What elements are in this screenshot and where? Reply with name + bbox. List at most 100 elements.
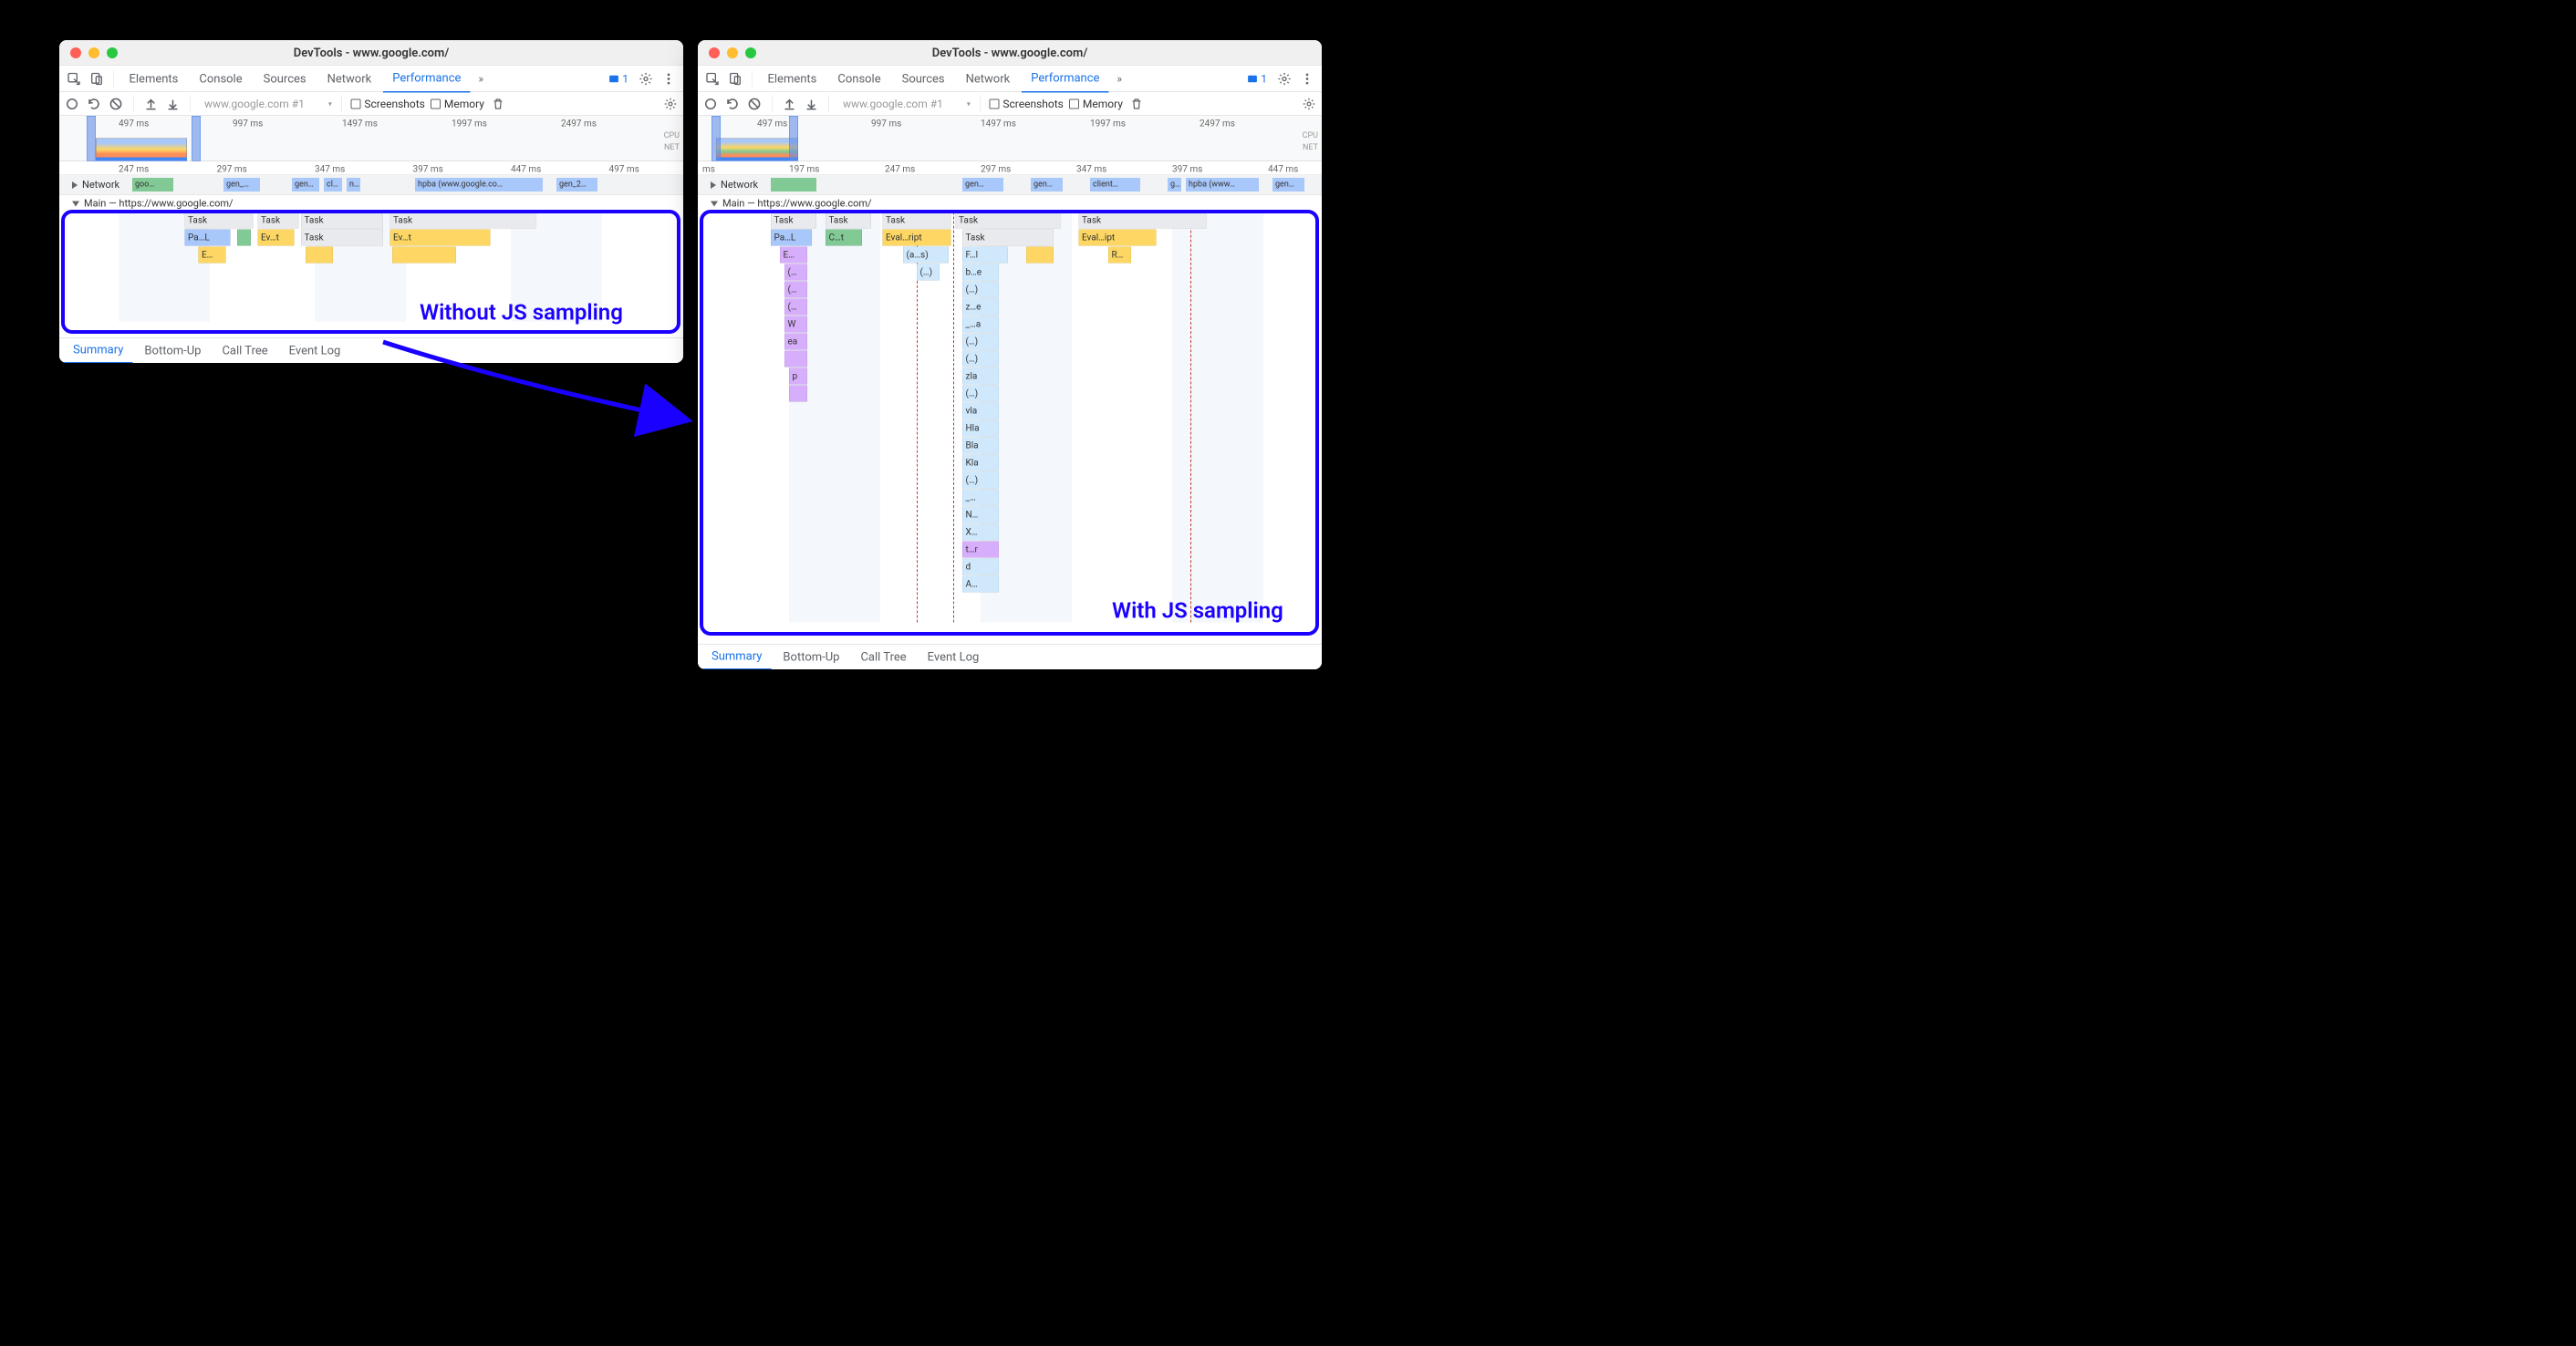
tab-sources[interactable]: Sources [254, 66, 316, 92]
flame-chart-entry[interactable]: Hla [962, 420, 999, 437]
flame-chart-entry[interactable]: z…e [962, 299, 999, 316]
clear-button[interactable] [746, 96, 763, 112]
network-request-bar[interactable]: client… [1090, 178, 1140, 192]
settings-icon[interactable] [636, 68, 656, 88]
viewport-handle-left[interactable] [712, 116, 721, 161]
network-request-bar[interactable]: hpba (www.google.co… [415, 178, 543, 192]
flame-chart-entry[interactable]: _…a [962, 316, 999, 333]
flame-chart-entry[interactable] [306, 247, 333, 264]
network-request-bar[interactable]: cl… [324, 178, 342, 192]
flame-chart-entry[interactable] [784, 351, 807, 368]
perf-settings-icon[interactable] [1301, 96, 1317, 112]
flame-chart-entry[interactable]: b…e [962, 264, 999, 281]
screenshots-checkbox[interactable]: Screenshots [350, 98, 424, 110]
minimize-icon[interactable] [727, 47, 738, 58]
viewport-handle-right[interactable] [192, 116, 201, 161]
issues-badge[interactable]: 1 [603, 70, 633, 87]
flame-chart-entry[interactable]: vla [962, 403, 999, 419]
flame-chart-entry[interactable]: Task [1079, 212, 1207, 229]
flame-chart-entry[interactable]: _… [962, 490, 999, 506]
network-request-bar[interactable]: gen… [962, 178, 1003, 192]
network-request-bar[interactable]: gen… [1031, 178, 1063, 192]
viewport-handle-left[interactable] [87, 116, 96, 161]
main-thread-track[interactable]: Main — https://www.google.com/ TaskTaskT… [698, 195, 1322, 623]
network-track[interactable]: Network gen…gen…client…g…hpba (www…gen… [698, 175, 1322, 195]
flame-chart-entry[interactable]: C…t [826, 230, 862, 246]
network-track[interactable]: Network goo…gen_…gen…cl…n…hpba (www.goog… [59, 175, 683, 195]
flame-chart-entry[interactable]: (… [784, 264, 807, 281]
tab-summary[interactable]: Summary [64, 337, 132, 363]
flame-chart-entry[interactable]: R… [1108, 247, 1131, 264]
flame-chart-entry[interactable]: Task [301, 230, 383, 246]
flame-chart-entry[interactable]: Task [956, 212, 1061, 229]
timeline-overview[interactable]: 497 ms 997 ms 1497 ms 1997 ms 2497 ms CP… [698, 116, 1322, 161]
flame-chart-entry[interactable]: d [962, 559, 999, 575]
flame-chart-entry[interactable]: Task [185, 212, 254, 229]
flame-chart-entry[interactable]: (… [784, 282, 807, 298]
tab-performance[interactable]: Performance [383, 65, 470, 93]
tab-summary[interactable]: Summary [702, 644, 771, 669]
flame-chart-entry[interactable]: (…) [962, 282, 999, 298]
tab-network[interactable]: Network [957, 66, 1020, 92]
flame-chart-entry[interactable]: Pa…L [771, 230, 812, 246]
settings-icon[interactable] [1274, 68, 1294, 88]
issues-badge[interactable]: 1 [1241, 70, 1272, 87]
flame-chart-entry[interactable]: Eval…ript [883, 230, 951, 246]
download-button[interactable] [165, 96, 182, 112]
network-request-bar[interactable]: gen_… [223, 178, 260, 192]
reload-button[interactable] [724, 96, 741, 112]
tab-console[interactable]: Console [828, 66, 889, 92]
tab-elements[interactable]: Elements [759, 66, 826, 92]
perf-settings-icon[interactable] [662, 96, 679, 112]
recording-select[interactable]: www.google.com #1 [838, 96, 961, 112]
flame-chart-entry[interactable]: (…) [962, 351, 999, 368]
flame-chart-entry[interactable]: N… [962, 507, 999, 523]
tab-call-tree[interactable]: Call Tree [213, 338, 276, 363]
flame-chart-entry[interactable]: Task [301, 212, 383, 229]
tab-sources[interactable]: Sources [893, 66, 954, 92]
collect-garbage-icon[interactable] [490, 96, 506, 112]
tab-network[interactable]: Network [318, 66, 381, 92]
flame-chart-entry[interactable]: E… [780, 247, 807, 264]
close-icon[interactable] [70, 47, 81, 58]
inspect-icon[interactable] [64, 68, 84, 88]
flame-chart-entry[interactable]: Ev…t [390, 230, 491, 246]
network-request-bar[interactable]: g… [1168, 178, 1181, 192]
flame-chart-entry[interactable]: (a…s) [903, 247, 949, 264]
clear-button[interactable] [108, 96, 124, 112]
flame-chart-entry[interactable]: Pa…L [185, 230, 231, 246]
close-icon[interactable] [709, 47, 720, 58]
tab-bottom-up[interactable]: Bottom-Up [774, 645, 848, 669]
tab-console[interactable]: Console [190, 66, 251, 92]
network-request-bar[interactable]: n… [347, 178, 360, 192]
flame-chart-entry[interactable]: (…) [962, 472, 999, 489]
more-menu-icon[interactable] [1297, 68, 1317, 88]
flame-chart-entry[interactable]: (…) [962, 334, 999, 350]
record-button[interactable] [64, 96, 80, 112]
tab-bottom-up[interactable]: Bottom-Up [135, 338, 210, 363]
flame-chart-entry[interactable]: zla [962, 368, 999, 385]
download-button[interactable] [804, 96, 820, 112]
tab-call-tree[interactable]: Call Tree [851, 645, 915, 669]
flame-chart-entry[interactable] [1026, 247, 1054, 264]
flame-chart-entry[interactable]: Task [962, 230, 1054, 246]
flame-chart-entry[interactable]: W [784, 316, 807, 333]
more-tabs-icon[interactable]: » [1111, 72, 1127, 85]
timeline-overview[interactable]: 497 ms 997 ms 1497 ms 1997 ms 2497 ms CP… [59, 116, 683, 161]
record-button[interactable] [702, 96, 719, 112]
flame-chart-entry[interactable]: (… [784, 299, 807, 316]
reload-button[interactable] [86, 96, 102, 112]
network-request-bar[interactable]: hpba (www… [1186, 178, 1259, 192]
flame-chart-entry[interactable]: Task [771, 212, 816, 229]
flame-chart-entry[interactable]: Task [390, 212, 536, 229]
flame-chart-entry[interactable]: Task [883, 212, 951, 229]
tab-event-log[interactable]: Event Log [280, 338, 350, 363]
tab-performance[interactable]: Performance [1022, 65, 1108, 93]
network-request-bar[interactable]: gen… [292, 178, 319, 192]
flame-chart-entry[interactable]: A… [962, 576, 999, 593]
collect-garbage-icon[interactable] [1128, 96, 1145, 112]
inspect-icon[interactable] [702, 68, 722, 88]
flame-chart-entry[interactable] [392, 247, 456, 264]
screenshots-checkbox[interactable]: Screenshots [989, 98, 1063, 110]
more-tabs-icon[interactable]: » [473, 72, 489, 85]
